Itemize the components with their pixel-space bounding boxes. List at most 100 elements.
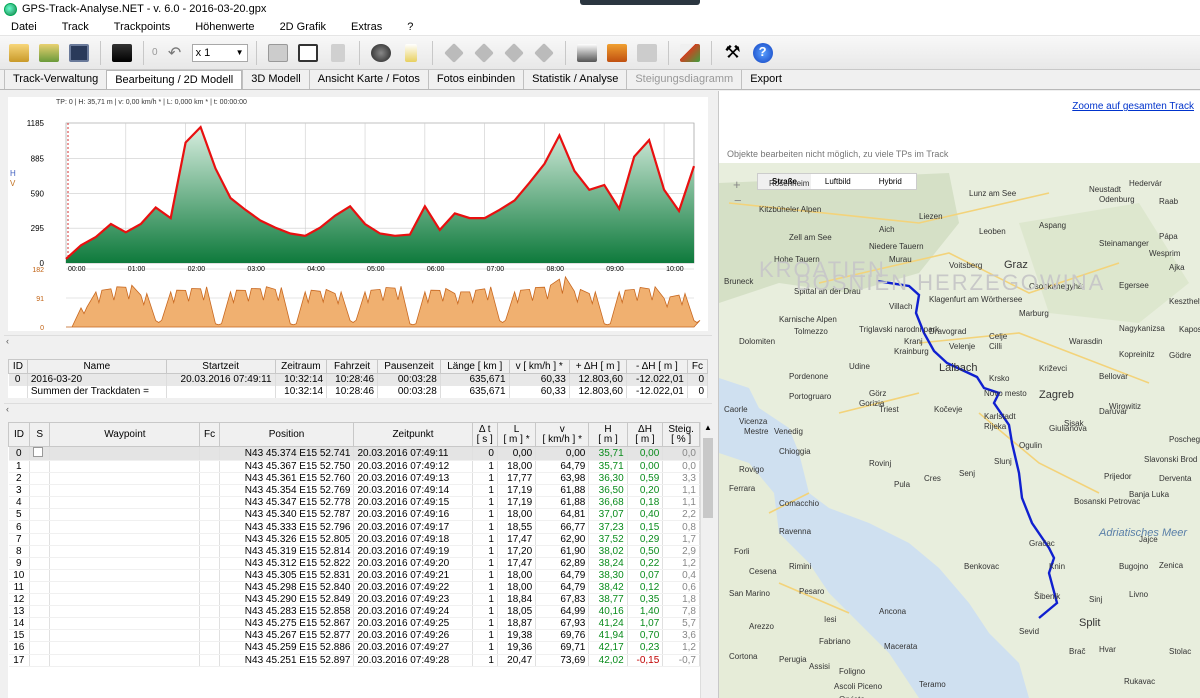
map-zoom-out-button[interactable]: − — [734, 193, 742, 208]
waypoint-cell[interactable] — [29, 533, 51, 546]
summary-row[interactable]: Summen der Trackdaten = 10:32:14 10:28:46 0… — [8, 385, 709, 398]
waypoint-row[interactable]: 17 N43 45.251 E15 52.897 20.03.2016 07:49:… — [8, 654, 700, 667]
waypoint-cell[interactable] — [29, 460, 51, 474]
tab-bearbeitung-2d[interactable]: Bearbeitung / 2D Modell — [106, 70, 243, 89]
waypoint-cell[interactable] — [29, 484, 51, 498]
summary-scrollbar[interactable]: ‹ — [4, 403, 712, 415]
summary-column-header[interactable]: v [ km/h ] * — [508, 359, 570, 374]
waypoint-column-header[interactable]: L[ m ] * — [496, 422, 537, 447]
map-view[interactable]: Straße Luftbild Hybrid + − Rosenheim Lunz… — [719, 163, 1200, 698]
tab-track-verwaltung[interactable]: Track-Verwaltung — [4, 70, 106, 89]
waypoint-row[interactable]: 1 N43 45.367 E15 52.750 20.03.2016 07:49:1… — [8, 460, 700, 474]
summary-column-header[interactable]: Startzeit — [165, 359, 276, 374]
waypoint-row[interactable]: 3 N43 45.354 E15 52.769 20.03.2016 07:49:1… — [8, 484, 700, 498]
waypoint-column-header[interactable]: ID — [8, 422, 31, 447]
waypoint-column-header[interactable]: S — [29, 422, 51, 447]
map-type-hybrid[interactable]: Hybrid — [865, 174, 916, 189]
map-zoom-in-button[interactable]: + — [733, 177, 741, 192]
waypoint-cell[interactable] — [29, 520, 51, 534]
tab-statistik[interactable]: Statistik / Analyse — [523, 70, 626, 89]
print-button[interactable] — [574, 40, 600, 66]
undo-button[interactable]: ↶ — [162, 40, 188, 66]
document-button[interactable] — [295, 40, 321, 66]
tab-ansicht-karte[interactable]: Ansicht Karte / Fotos — [308, 70, 428, 89]
waypoint-cell[interactable] — [29, 641, 51, 655]
waypoint-cell[interactable] — [29, 617, 51, 631]
waypoint-column-header[interactable]: Position — [218, 422, 355, 447]
waypoint-row[interactable]: 11 N43 45.298 E15 52.840 20.03.2016 07:49:… — [8, 581, 700, 595]
waypoint-cell[interactable] — [29, 593, 51, 607]
summary-column-header[interactable]: + ΔH [ m ] — [568, 359, 627, 374]
tab-fotos-einbinden[interactable]: Fotos einbinden — [427, 70, 523, 89]
menu-extras[interactable]: Extras — [340, 21, 396, 33]
waypoint-row[interactable]: 8 N43 45.319 E15 52.814 20.03.2016 07:49:1… — [8, 545, 700, 558]
map-type-luftbild[interactable]: Luftbild — [811, 174, 865, 189]
waypoint-row[interactable]: 16 N43 45.259 E15 52.886 20.03.2016 07:49:… — [8, 641, 700, 655]
summary-column-header[interactable]: Zeitraum — [274, 359, 328, 374]
waypoint-row[interactable]: 6 N43 45.333 E15 52.796 20.03.2016 07:49:1… — [8, 520, 700, 534]
waypoint-cell[interactable] — [29, 472, 51, 486]
tab-steigungsdiagramm[interactable]: Steigungsdiagramm — [626, 70, 741, 89]
tool-a-button[interactable] — [441, 40, 467, 66]
calculator-button[interactable] — [265, 40, 291, 66]
summary-row[interactable]: 0 2016-03-20 20.03.2016 07:49:11 10:32:14 10… — [8, 373, 709, 386]
waypoint-row[interactable]: 13 N43 45.283 E15 52.858 20.03.2016 07:49:… — [8, 605, 700, 619]
scrollbar-thumb[interactable] — [703, 438, 713, 518]
text-button[interactable] — [634, 40, 660, 66]
menu-datei[interactable]: Datei — [0, 21, 51, 33]
tab-3d-modell[interactable]: 3D Modell — [242, 70, 309, 89]
waypoint-column-header[interactable]: Zeitpunkt — [353, 422, 473, 447]
settings-button[interactable]: ⚒ — [720, 40, 746, 66]
waypoint-row[interactable]: 12 N43 45.290 E15 52.849 20.03.2016 07:49:… — [8, 593, 700, 607]
summary-column-header[interactable]: - ΔH [ m ] — [625, 359, 688, 374]
tool-b-button[interactable] — [471, 40, 497, 66]
menu-trackpoints[interactable]: Trackpoints — [103, 21, 184, 33]
waypoint-cell[interactable] — [29, 654, 51, 667]
elevation-chart-panel[interactable]: TP: 0 | H: 35,71 m | v: 0,00 km/h * | L:… — [8, 97, 708, 331]
waypoint-row[interactable]: 4 N43 45.347 E15 52.778 20.03.2016 07:49:1… — [8, 496, 700, 510]
summary-column-header[interactable]: Fc — [686, 359, 709, 374]
waypoint-select-checkbox[interactable] — [33, 447, 44, 457]
chart-scrollbar[interactable]: ‹ — [4, 335, 712, 347]
waypoint-cell[interactable] — [29, 569, 51, 582]
zoom-to-track-link[interactable]: Zoome auf gesamten Track — [1072, 101, 1194, 112]
summary-column-header[interactable]: Pausenzeit — [377, 359, 441, 374]
waypoint-row[interactable]: 5 N43 45.340 E15 52.787 20.03.2016 07:49:1… — [8, 508, 700, 522]
waypoint-row[interactable]: 10 N43 45.305 E15 52.831 20.03.2016 07:49:… — [8, 569, 700, 582]
save-button[interactable] — [66, 40, 92, 66]
waypoint-row[interactable]: 7 N43 45.326 E15 52.805 20.03.2016 07:49:1… — [8, 533, 700, 546]
waypoint-column-header[interactable]: Fc — [199, 422, 220, 447]
menu-2d-grafik[interactable]: 2D Grafik — [269, 21, 340, 33]
open-folder-button[interactable] — [6, 40, 32, 66]
waypoint-column-header[interactable]: Δ t[ s ] — [471, 422, 498, 447]
waypoint-row[interactable]: 9 N43 45.312 E15 52.822 20.03.2016 07:49:2… — [8, 557, 700, 570]
menu-hoehenwerte[interactable]: Höhenwerte — [184, 21, 268, 33]
summary-column-header[interactable]: Fahrzeit — [326, 359, 379, 374]
waypoint-row[interactable]: 0 N43 45.374 E15 52.741 20.03.2016 07:49:1… — [8, 446, 700, 461]
tool-d-button[interactable] — [531, 40, 557, 66]
open-recent-button[interactable] — [36, 40, 62, 66]
battery-button[interactable] — [398, 40, 424, 66]
menu-help[interactable]: ? — [396, 21, 427, 33]
waypoint-row[interactable]: 2 N43 45.361 E15 52.760 20.03.2016 07:49:1… — [8, 472, 700, 486]
waypoint-cell[interactable] — [29, 581, 51, 595]
globe-button[interactable] — [368, 40, 394, 66]
waypoint-column-header[interactable]: ΔH[ m ] — [626, 422, 664, 447]
menu-track[interactable]: Track — [51, 21, 103, 33]
gps-device-button[interactable] — [109, 40, 135, 66]
waypoint-cell[interactable] — [29, 496, 51, 510]
waypoint-cell[interactable] — [29, 545, 51, 558]
tool-c-button[interactable] — [501, 40, 527, 66]
summary-column-header[interactable]: Länge [ km ] — [439, 359, 510, 374]
summary-column-header[interactable]: Name — [26, 359, 167, 374]
waypoint-cell[interactable] — [29, 508, 51, 522]
chart-button[interactable] — [677, 40, 703, 66]
tab-export[interactable]: Export — [741, 70, 790, 89]
waypoint-row[interactable]: 14 N43 45.275 E15 52.867 20.03.2016 07:49:… — [8, 617, 700, 631]
waypoint-cell[interactable] — [29, 557, 51, 570]
help-button[interactable]: ? — [750, 40, 776, 66]
waypoint-column-header[interactable]: Waypoint — [49, 422, 201, 447]
waypoint-column-header[interactable]: H[ m ] — [588, 422, 628, 447]
waypoint-column-header[interactable]: v[ km/h ] * — [535, 422, 590, 447]
waypoint-row[interactable]: 15 N43 45.267 E15 52.877 20.03.2016 07:49:… — [8, 629, 700, 643]
